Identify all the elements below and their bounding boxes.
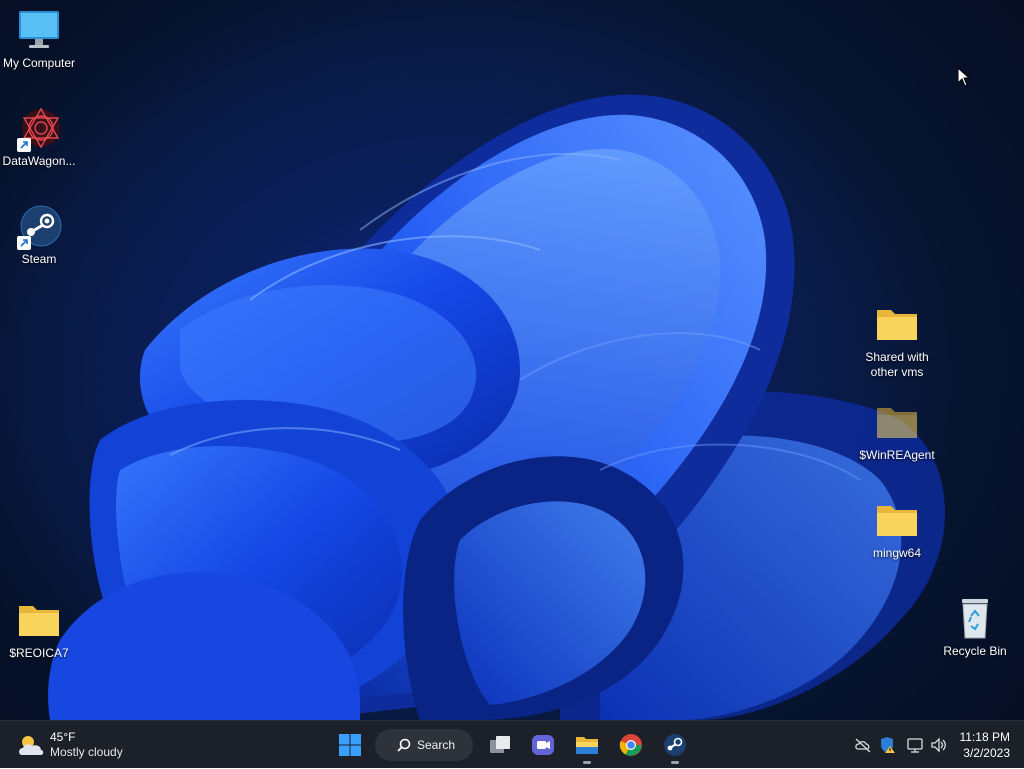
- teams-chat-icon: [532, 735, 554, 755]
- desktop-icon-datawagon[interactable]: DataWagon...: [0, 106, 78, 169]
- mouse-cursor-icon: [957, 67, 971, 87]
- taskbar-clock[interactable]: 11:18 PM 3/2/2023: [960, 729, 1010, 761]
- shortcut-arrow-icon: [17, 138, 31, 152]
- start-button[interactable]: [330, 725, 370, 765]
- desktop-icon-label: Shared with: [865, 350, 929, 364]
- recycle-bin-icon: [951, 596, 999, 640]
- desktop-icon-shared-with-other-vms[interactable]: Shared with other vms: [858, 302, 936, 380]
- desktop-icon-label: $REOICA7: [9, 646, 69, 660]
- desktop-icon-label: other vms: [870, 365, 924, 379]
- desktop-icon-reoica7[interactable]: $REOICA7: [0, 598, 78, 661]
- folder-icon: [873, 400, 921, 444]
- steam-icon: [664, 734, 686, 756]
- desktop-icon-recycle-bin[interactable]: Recycle Bin: [936, 596, 1014, 659]
- folder-icon: [873, 302, 921, 346]
- network-icon[interactable]: [906, 736, 924, 754]
- desktop-icon-winreagent[interactable]: $WinREAgent: [858, 400, 936, 463]
- desktop-icon-label: Recycle Bin: [943, 644, 1007, 658]
- desktop-icon-label: My Computer: [2, 56, 76, 70]
- shortcut-arrow-icon: [17, 236, 31, 250]
- chrome-button[interactable]: [611, 725, 651, 765]
- desktop-icon-label: mingw64: [872, 546, 922, 560]
- task-view-button[interactable]: [480, 725, 520, 765]
- weather-widget[interactable]: 45°F Mostly cloudy: [14, 727, 144, 763]
- steam-icon: [15, 204, 63, 250]
- desktop-icon-mingw64[interactable]: mingw64: [858, 498, 936, 561]
- weather-temperature: 45°F: [50, 730, 76, 744]
- search-label: Search: [417, 738, 456, 752]
- desktop-icon-my-computer[interactable]: My Computer: [0, 8, 78, 71]
- search-icon: [397, 738, 411, 752]
- partly-cloudy-icon: [19, 736, 44, 755]
- taskbar-search-box[interactable]: Search: [375, 729, 473, 761]
- taskbar: 45°F Mostly cloudy Search 11:18 PM 3/2/2…: [0, 720, 1024, 768]
- clock-date: 3/2/2023: [963, 746, 1010, 760]
- running-indicator: [671, 761, 679, 764]
- folder-icon: [15, 598, 63, 642]
- clock-time: 11:18 PM: [959, 730, 1010, 744]
- desktop-icon-steam[interactable]: Steam: [0, 204, 78, 267]
- onedrive-offline-icon[interactable]: [854, 736, 872, 754]
- monitor-icon: [15, 8, 63, 52]
- desktop-icon-label: DataWagon...: [2, 154, 76, 168]
- weather-condition: Mostly cloudy: [50, 745, 123, 759]
- folder-icon: [873, 498, 921, 542]
- security-warning-icon[interactable]: [879, 736, 897, 754]
- desktop-icon-label: $WinREAgent: [859, 448, 935, 462]
- task-view-icon: [490, 736, 510, 753]
- desktop[interactable]: My Computer DataWagon... Steam $REOICA7 …: [0, 0, 1024, 720]
- volume-icon[interactable]: [930, 736, 948, 754]
- chrome-icon: [619, 734, 642, 756]
- steam-taskbar-button[interactable]: [655, 725, 695, 765]
- datawagon-app-icon: [15, 106, 63, 152]
- system-tray: 11:18 PM 3/2/2023: [834, 721, 1024, 769]
- file-explorer-button[interactable]: [567, 725, 607, 765]
- start-icon: [339, 734, 361, 756]
- file-explorer-icon: [576, 737, 598, 754]
- desktop-icon-label: Steam: [21, 252, 57, 266]
- teams-chat-button[interactable]: [523, 725, 563, 765]
- running-indicator: [583, 761, 591, 764]
